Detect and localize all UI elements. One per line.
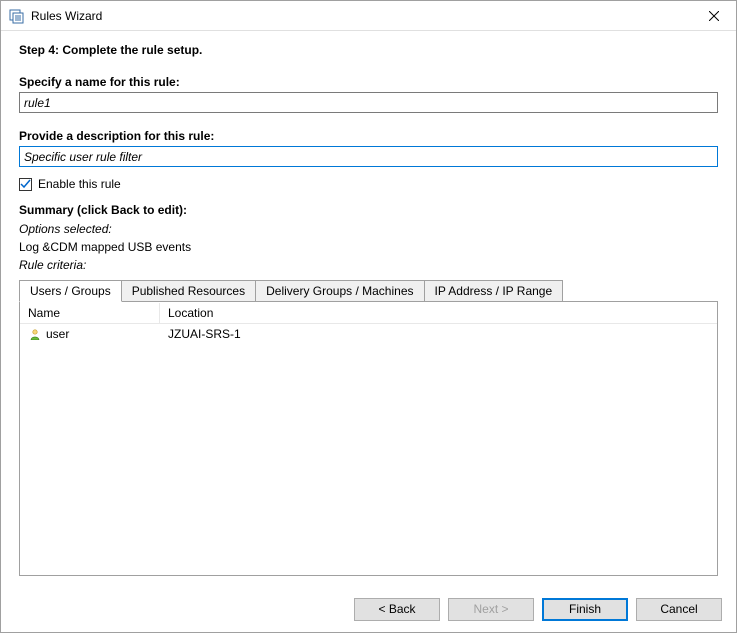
window-title: Rules Wizard — [31, 9, 691, 23]
titlebar: Rules Wizard — [1, 1, 736, 31]
wizard-content: Step 4: Complete the rule setup. Specify… — [1, 31, 736, 586]
rule-name-label: Specify a name for this rule: — [19, 75, 718, 89]
criteria-panel: Name Location user JZUAI-SRS-1 — [19, 301, 718, 576]
column-location[interactable]: Location — [160, 303, 717, 323]
option-item: Log &CDM mapped USB events — [19, 240, 718, 254]
rule-description-input[interactable] — [19, 146, 718, 167]
cell-location: JZUAI-SRS-1 — [160, 325, 717, 343]
app-icon — [9, 8, 25, 24]
enable-rule-row[interactable]: Enable this rule — [19, 177, 718, 191]
table-header: Name Location — [20, 302, 717, 324]
close-button[interactable] — [691, 1, 736, 30]
user-icon — [28, 327, 42, 341]
tab-ip-range[interactable]: IP Address / IP Range — [425, 280, 564, 301]
rule-description-label: Provide a description for this rule: — [19, 129, 718, 143]
tab-delivery-groups[interactable]: Delivery Groups / Machines — [256, 280, 424, 301]
cell-name: user — [20, 325, 160, 343]
enable-rule-checkbox[interactable] — [19, 178, 32, 191]
table-row[interactable]: user JZUAI-SRS-1 — [20, 324, 717, 344]
summary-heading: Summary (click Back to edit): — [19, 203, 718, 217]
back-button[interactable]: < Back — [354, 598, 440, 621]
cell-name-text: user — [46, 327, 69, 341]
close-icon — [709, 11, 719, 21]
checkmark-icon — [20, 179, 31, 190]
rules-wizard-window: Rules Wizard Step 4: Complete the rule s… — [0, 0, 737, 633]
cancel-button[interactable]: Cancel — [636, 598, 722, 621]
button-bar: < Back Next > Finish Cancel — [1, 586, 736, 632]
options-selected-label: Options selected: — [19, 222, 718, 236]
step-heading: Step 4: Complete the rule setup. — [19, 43, 718, 57]
enable-rule-label: Enable this rule — [38, 177, 121, 191]
next-button: Next > — [448, 598, 534, 621]
criteria-tabs: Users / Groups Published Resources Deliv… — [19, 280, 718, 301]
rule-criteria-label: Rule criteria: — [19, 258, 718, 272]
tab-users-groups[interactable]: Users / Groups — [19, 280, 122, 302]
column-name[interactable]: Name — [20, 303, 160, 323]
tab-published-resources[interactable]: Published Resources — [122, 280, 256, 301]
rule-name-input[interactable] — [19, 92, 718, 113]
finish-button[interactable]: Finish — [542, 598, 628, 621]
